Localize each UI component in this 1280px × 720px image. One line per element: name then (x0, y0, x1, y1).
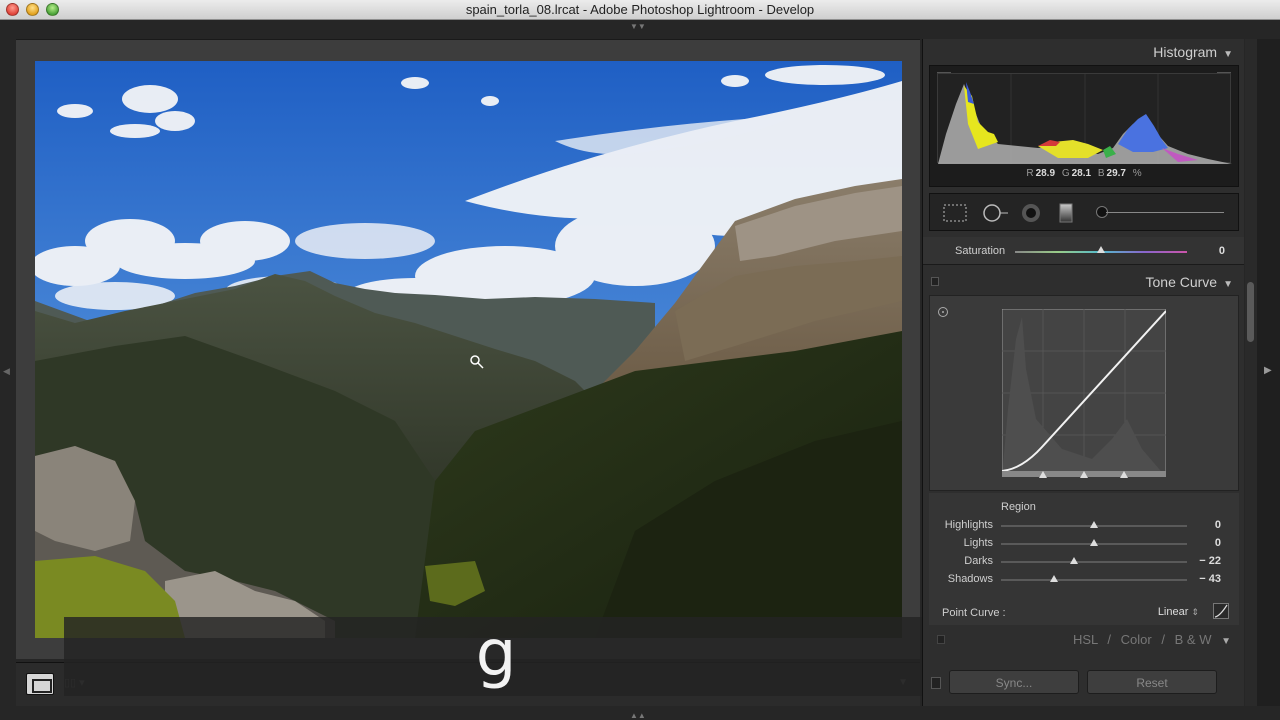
darks-label: Darks (964, 555, 993, 567)
g-label: G (1061, 168, 1070, 179)
split-point-midtones[interactable] (1080, 471, 1088, 478)
point-curve-value: Linear (1157, 606, 1189, 618)
tone-curve-graph[interactable] (1001, 308, 1167, 478)
separator: / (1161, 632, 1165, 647)
develop-right-panel: Histogram▼ ▲ ▲ (922, 39, 1244, 706)
b-label: B (1097, 168, 1105, 179)
histogram-panel: ▲ ▲ R28.9 G28.1 (929, 65, 1239, 187)
targeted-adjustment-icon[interactable] (938, 307, 948, 317)
region-title: Region (1001, 501, 1036, 513)
collapse-triangle-icon[interactable]: ▼ (1223, 49, 1233, 60)
scrollbar-thumb[interactable] (1247, 282, 1254, 342)
loupe-view-button[interactable] (26, 673, 54, 695)
minimize-window-button[interactable] (26, 3, 39, 16)
keystroke-overlay: g (64, 617, 928, 696)
edit-point-curve-icon[interactable] (1213, 603, 1229, 619)
lights-row: Lights 0 (929, 535, 1239, 553)
reset-button[interactable]: Reset (1087, 670, 1217, 694)
right-panel-toggle-icon[interactable]: ▶ (1264, 365, 1272, 376)
split-point-highlights[interactable] (1120, 471, 1128, 478)
spot-removal-icon[interactable] (982, 203, 1010, 228)
auto-sync-toggle-icon[interactable] (931, 677, 941, 689)
r-value: 28.9 (1035, 168, 1056, 179)
tab-color[interactable]: Color (1121, 632, 1152, 647)
keystroke-letter: g (475, 616, 517, 691)
histogram-chart (938, 74, 1232, 164)
tab-hsl[interactable]: HSL (1073, 632, 1098, 647)
lightroom-window: spain_torla_08.lrcat - Adobe Photoshop L… (0, 0, 1280, 720)
graduated-filter-icon[interactable] (1058, 203, 1074, 228)
mountain-landscape-image (35, 61, 902, 638)
separator: / (1107, 632, 1112, 647)
saturation-label: Saturation (955, 245, 1006, 257)
highlights-label: Highlights (944, 519, 993, 531)
lights-value[interactable]: 0 (1215, 537, 1221, 549)
red-eye-icon[interactable] (1020, 203, 1042, 228)
left-panel-toggle-icon[interactable]: ◀ (3, 366, 10, 377)
collapse-triangle-icon[interactable]: ▼ (1223, 279, 1233, 290)
darks-value[interactable]: − 22 (1199, 555, 1221, 567)
sync-reset-row: Sync... Reset (923, 665, 1244, 695)
develop-tool-strip (929, 193, 1239, 231)
rgb-readout: R 28.9 G 28.1 B 29.7 % (930, 168, 1238, 179)
tone-curve-header[interactable]: Tone Curve ▼ (923, 269, 1244, 295)
split-point-shadows[interactable] (1039, 471, 1047, 478)
dropdown-arrows-icon: ⇕ (1191, 607, 1199, 617)
zoom-cursor-icon (470, 355, 484, 369)
percent-unit: % (1132, 168, 1142, 179)
filmstrip-toggle-icon[interactable]: ▲▲ (630, 711, 646, 720)
right-panel-scrollbar[interactable] (1245, 39, 1257, 706)
saturation-row: Saturation 0 (923, 237, 1244, 265)
crop-overlay-icon[interactable] (942, 203, 968, 228)
darks-slider-track[interactable] (1001, 561, 1187, 563)
close-window-button[interactable] (6, 3, 19, 16)
hsl-color-bw-header[interactable]: HSL / Color / B & W ▼ (923, 627, 1244, 653)
darks-row: Darks − 22 (929, 553, 1239, 571)
saturation-slider-knob[interactable] (1097, 246, 1105, 253)
point-curve-row: Point Curve : Linear ⇕ (929, 599, 1239, 625)
highlights-row: Highlights 0 (929, 517, 1239, 535)
photo-preview[interactable] (35, 61, 902, 638)
sync-button[interactable]: Sync... (949, 670, 1079, 694)
tone-curve-title: Tone Curve (1145, 274, 1218, 290)
right-panel-edge: ▶ (1257, 39, 1280, 706)
lights-slider-knob[interactable] (1090, 539, 1098, 546)
highlights-value[interactable]: 0 (1215, 519, 1221, 531)
tone-curve-panel (929, 295, 1239, 491)
top-panel-toggle-icon[interactable]: ▼▼ (630, 22, 646, 31)
histogram-graph (937, 73, 1232, 164)
histogram-header[interactable]: Histogram ▼ (923, 39, 1244, 65)
b-value: 29.7 (1106, 168, 1126, 179)
r-label: R (1026, 168, 1034, 179)
collapse-triangle-icon[interactable]: ▼ (1221, 636, 1231, 647)
point-curve-dropdown[interactable]: Linear ⇕ (1158, 606, 1199, 618)
tab-bw[interactable]: B & W (1175, 632, 1212, 647)
zoom-window-button[interactable] (46, 3, 59, 16)
shadows-slider-knob[interactable] (1050, 575, 1058, 582)
saturation-value[interactable]: 0 (1219, 245, 1225, 257)
shadows-row: Shadows − 43 (929, 571, 1239, 589)
shadows-value[interactable]: − 43 (1199, 573, 1221, 585)
tone-curve-toggle-icon[interactable] (931, 277, 939, 286)
histogram-title: Histogram (1153, 44, 1218, 60)
title-bar: spain_torla_08.lrcat - Adobe Photoshop L… (0, 0, 1280, 20)
highlights-slider-knob[interactable] (1090, 521, 1098, 528)
shadows-slider-track[interactable] (1001, 579, 1187, 581)
lights-label: Lights (963, 537, 993, 549)
point-curve-label: Point Curve : (942, 607, 1006, 619)
hsl-toggle-icon[interactable] (937, 635, 945, 644)
window-title: spain_torla_08.lrcat - Adobe Photoshop L… (465, 2, 815, 17)
brush-slider-track[interactable] (1106, 212, 1224, 213)
darks-slider-knob[interactable] (1070, 557, 1078, 564)
shadows-label: Shadows (947, 573, 993, 585)
g-value: 28.1 (1071, 168, 1092, 179)
window-controls (6, 3, 59, 16)
